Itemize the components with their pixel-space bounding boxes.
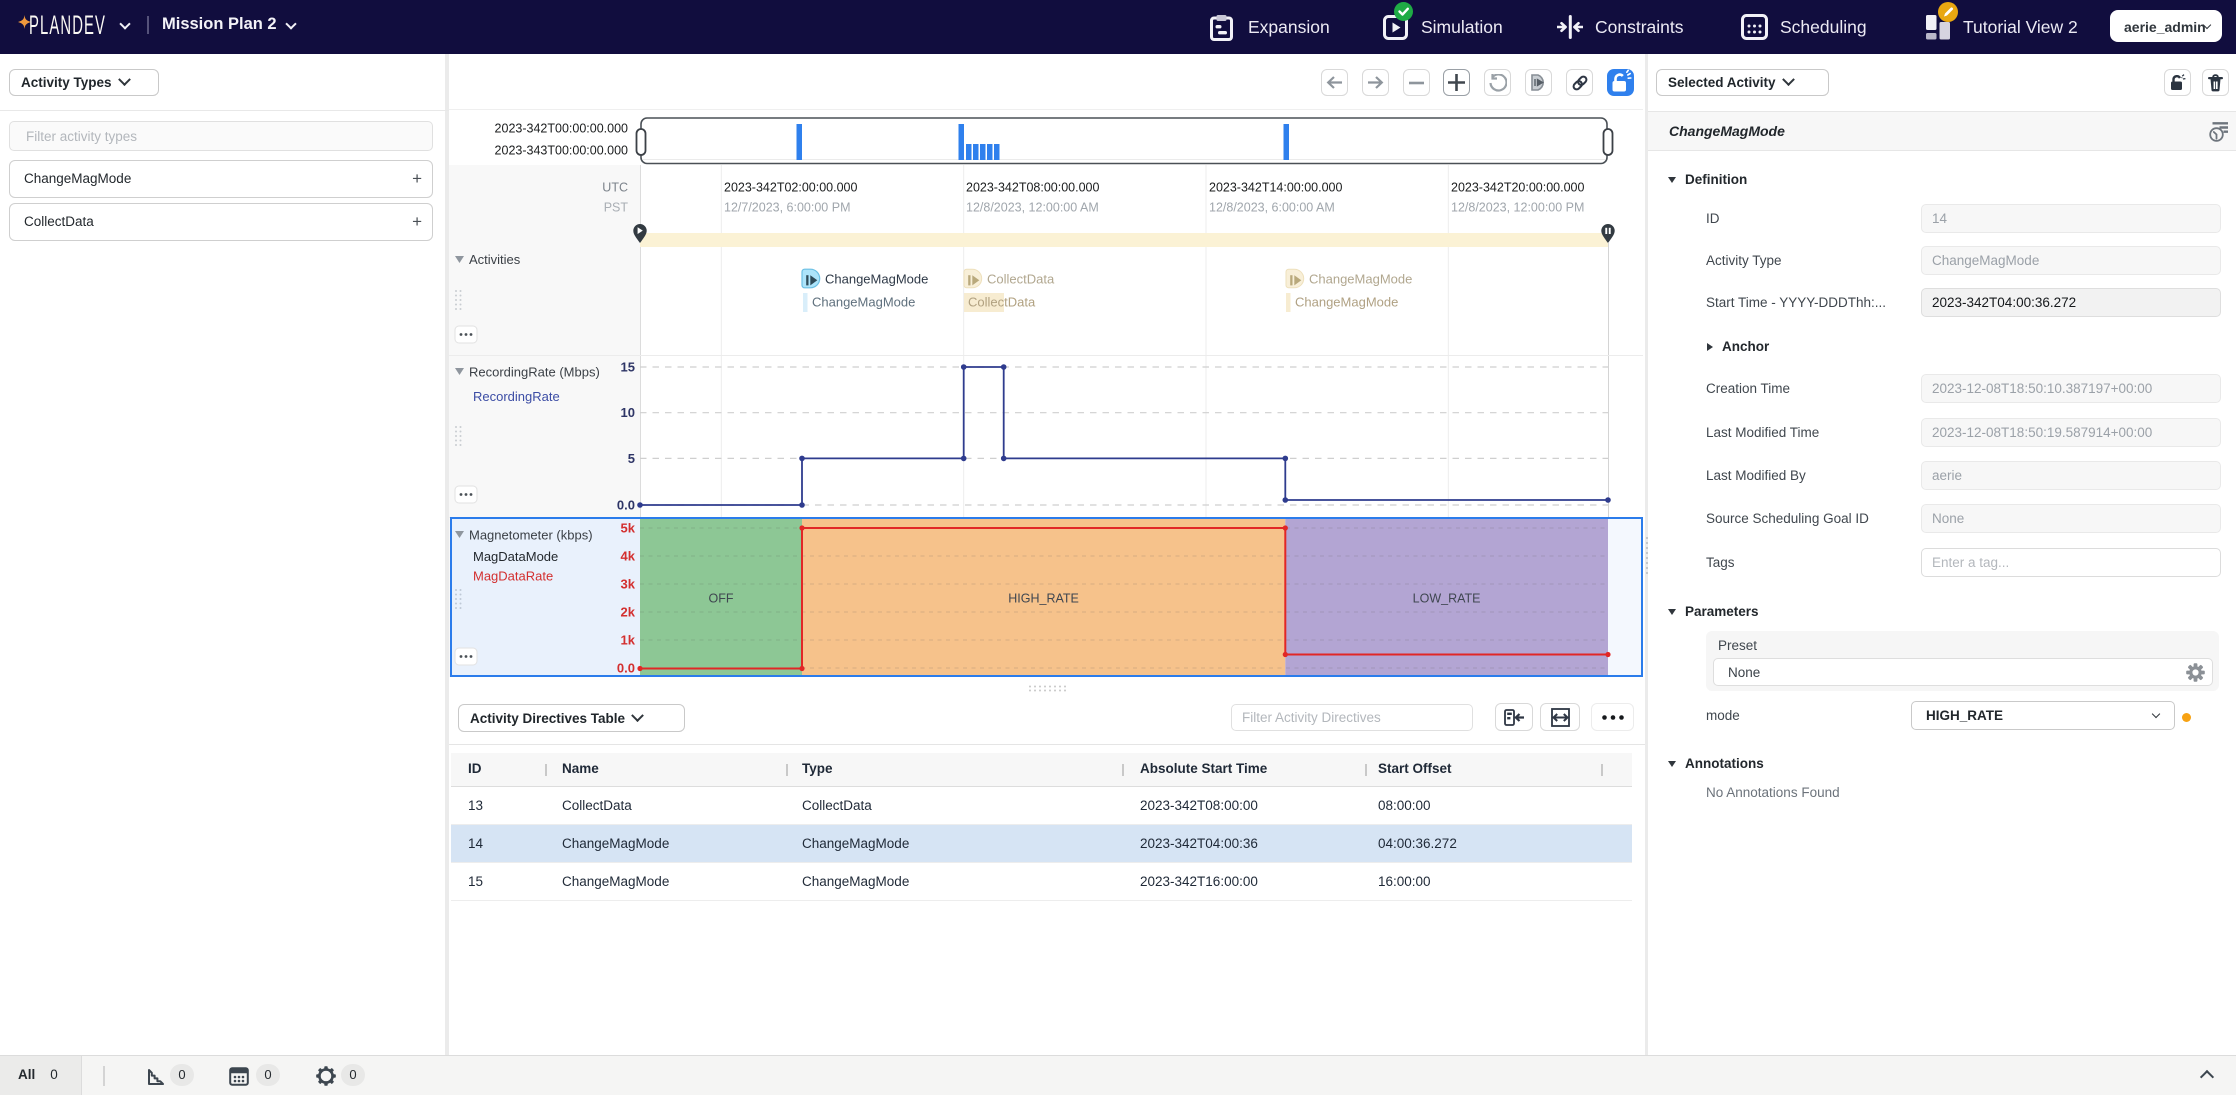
svg-text:UTC: UTC: [602, 181, 628, 195]
svg-text:12/8/2023, 12:00:00 PM: 12/8/2023, 12:00:00 PM: [1451, 201, 1584, 215]
svg-text:1k: 1k: [621, 633, 636, 648]
svg-text:5k: 5k: [621, 521, 636, 536]
svg-text:HIGH_RATE: HIGH_RATE: [1008, 592, 1079, 606]
svg-text:2023-342T02:00:00.000: 2023-342T02:00:00.000: [724, 181, 857, 195]
svg-text:RecordingRate (Mbps): RecordingRate (Mbps): [469, 365, 600, 380]
svg-text:2023-342T14:00:00.000: 2023-342T14:00:00.000: [1209, 181, 1342, 195]
svg-text:2k: 2k: [621, 605, 636, 620]
svg-text:15: 15: [621, 360, 635, 375]
svg-text:3k: 3k: [621, 577, 636, 592]
svg-text:OFF: OFF: [709, 592, 734, 606]
svg-text:CollectData: CollectData: [987, 272, 1055, 287]
svg-text:LOW_RATE: LOW_RATE: [1413, 592, 1481, 606]
svg-text:ChangeMagMode: ChangeMagMode: [1295, 295, 1398, 310]
svg-text:Activities: Activities: [469, 252, 521, 267]
svg-text:4k: 4k: [621, 549, 636, 564]
svg-text:2023-342T00:00:00.000: 2023-342T00:00:00.000: [495, 122, 628, 136]
svg-text:10: 10: [621, 405, 635, 420]
svg-text:RecordingRate: RecordingRate: [473, 389, 560, 404]
svg-text:2023-342T08:00:00.000: 2023-342T08:00:00.000: [966, 181, 1099, 195]
svg-text:CollectData: CollectData: [968, 295, 1036, 310]
svg-text:0.0: 0.0: [617, 661, 635, 676]
svg-text:12/8/2023, 12:00:00 AM: 12/8/2023, 12:00:00 AM: [966, 201, 1099, 215]
svg-text:ChangeMagMode: ChangeMagMode: [812, 295, 915, 310]
svg-text:MagDataMode: MagDataMode: [473, 549, 558, 564]
svg-text:2023-343T00:00:00.000: 2023-343T00:00:00.000: [495, 144, 628, 158]
svg-text:ChangeMagMode: ChangeMagMode: [825, 272, 928, 287]
svg-text:5: 5: [628, 451, 635, 466]
svg-text:12/8/2023, 6:00:00 AM: 12/8/2023, 6:00:00 AM: [1209, 201, 1335, 215]
svg-text:2023-342T20:00:00.000: 2023-342T20:00:00.000: [1451, 181, 1584, 195]
svg-text:0.0: 0.0: [617, 498, 635, 513]
svg-text:PST: PST: [604, 201, 629, 215]
svg-text:ChangeMagMode: ChangeMagMode: [1309, 272, 1412, 287]
svg-text:12/7/2023, 6:00:00 PM: 12/7/2023, 6:00:00 PM: [724, 201, 850, 215]
svg-text:MagDataRate: MagDataRate: [473, 569, 553, 584]
svg-text:Magnetometer (kbps): Magnetometer (kbps): [469, 528, 593, 543]
